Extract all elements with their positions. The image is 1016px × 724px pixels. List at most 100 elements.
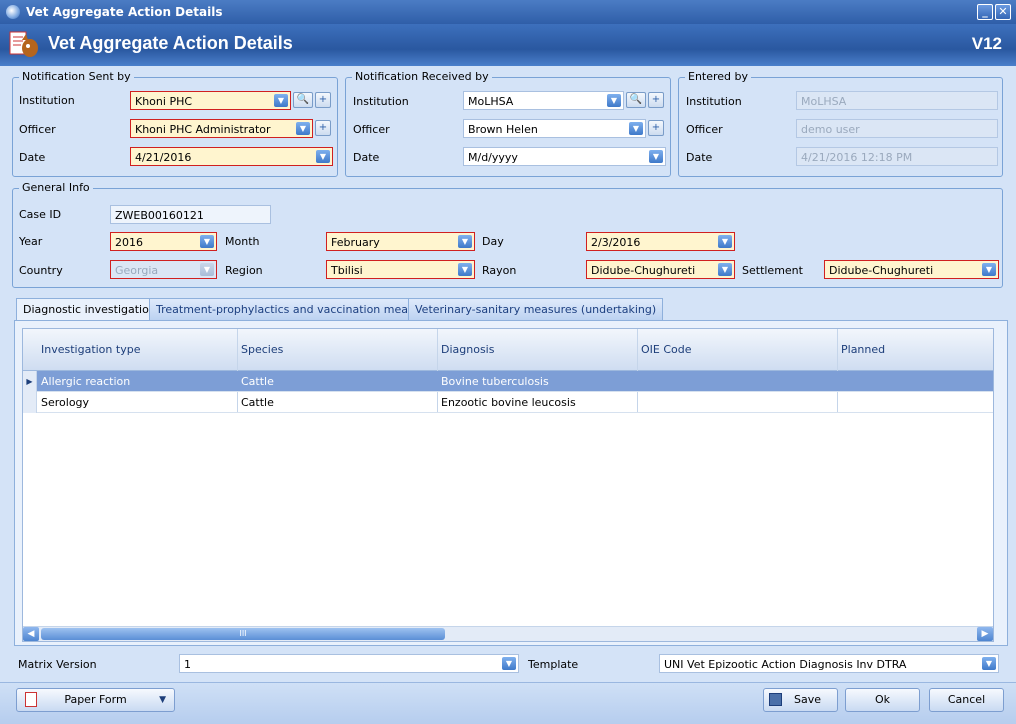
cell-species: Cattle — [241, 396, 274, 409]
country-label: Country — [19, 264, 63, 277]
template-label: Template — [528, 658, 579, 671]
vet-logo-icon — [9, 31, 38, 57]
minimize-button[interactable]: _ — [977, 4, 993, 20]
received-institution-field[interactable]: MoLHSA ▼ — [463, 91, 624, 110]
chevron-down-icon[interactable]: ▼ — [718, 263, 732, 276]
page-title: Vet Aggregate Action Details — [48, 33, 293, 53]
investigations-grid: Investigation type Species Diagnosis OIE… — [22, 328, 994, 642]
matrix-version-select[interactable]: 1 ▼ — [179, 654, 519, 673]
chevron-down-icon[interactable]: ▼ — [982, 263, 996, 276]
row-pointer-icon: ▶ — [23, 371, 37, 392]
matrix-version-value: 1 — [184, 658, 191, 671]
add-plus-icon[interactable]: + — [648, 120, 664, 136]
received-date-label: Date — [353, 151, 380, 164]
sent-institution-label: Institution — [19, 94, 75, 107]
notification-received-legend: Notification Received by — [352, 70, 492, 83]
sent-date-field[interactable]: 4/21/2016 ▼ — [130, 147, 333, 166]
cell-diagnosis: Enzootic bovine leucosis — [441, 396, 576, 409]
chevron-down-icon: ▼ — [159, 695, 166, 705]
received-officer-field[interactable]: Brown Helen ▼ — [463, 119, 646, 138]
add-plus-icon[interactable]: + — [315, 120, 331, 136]
column-species[interactable]: Species — [241, 343, 283, 356]
template-select[interactable]: UNI Vet Epizootic Action Diagnosis Inv D… — [659, 654, 999, 673]
year-label: Year — [19, 235, 43, 248]
tab-diagnostic-investigations[interactable]: Diagnostic investigations — [16, 298, 169, 321]
month-value: February — [331, 236, 380, 249]
chevron-down-icon[interactable]: ▼ — [502, 657, 516, 670]
month-label: Month — [225, 235, 260, 248]
entered-institution-field: MoLHSA — [796, 91, 998, 110]
sent-officer-label: Officer — [19, 123, 56, 136]
sent-officer-field[interactable]: Khoni PHC Administrator ▼ — [130, 119, 313, 138]
search-lookup-icon[interactable]: 🔍 — [626, 92, 646, 108]
chevron-down-icon[interactable]: ▼ — [458, 263, 472, 276]
day-value: 2/3/2016 — [591, 236, 641, 249]
window-titlebar: Vet Aggregate Action Details _ ✕ — [0, 0, 1016, 24]
window-title: Vet Aggregate Action Details — [26, 5, 223, 19]
entered-date-label: Date — [686, 151, 713, 164]
template-value: UNI Vet Epizootic Action Diagnosis Inv D… — [664, 658, 907, 671]
chevron-down-icon[interactable]: ▼ — [274, 94, 288, 107]
rayon-value: Didube-Chughureti — [591, 264, 696, 277]
month-field[interactable]: February ▼ — [326, 232, 475, 251]
settlement-value: Didube-Chughureti — [829, 264, 934, 277]
tab-veterinary-sanitary[interactable]: Veterinary-sanitary measures (undertakin… — [408, 298, 664, 320]
paper-form-button[interactable]: Paper Form ▼ — [16, 688, 175, 712]
entered-date-field: 4/21/2016 12:18 PM — [796, 147, 998, 166]
scroll-right-icon[interactable]: ▶ — [977, 627, 993, 641]
chevron-down-icon[interactable]: ▼ — [718, 235, 732, 248]
cancel-label: Cancel — [947, 693, 986, 706]
chevron-down-icon[interactable]: ▼ — [649, 150, 663, 163]
column-diagnosis[interactable]: Diagnosis — [441, 343, 494, 356]
day-field[interactable]: 2/3/2016 ▼ — [586, 232, 735, 251]
row-indicator — [23, 392, 37, 413]
ok-button[interactable]: Ok — [845, 688, 920, 712]
add-plus-icon[interactable]: + — [315, 92, 331, 108]
table-row[interactable]: ▶ Allergic reaction Cattle Bovine tuberc… — [23, 371, 993, 392]
scroll-left-icon[interactable]: ◀ — [23, 627, 39, 641]
settlement-field[interactable]: Didube-Chughureti ▼ — [824, 260, 999, 279]
floppy-disk-icon — [769, 693, 782, 706]
region-field[interactable]: Tbilisi ▼ — [326, 260, 475, 279]
chevron-down-icon[interactable]: ▼ — [296, 122, 310, 135]
chevron-down-icon[interactable]: ▼ — [982, 657, 996, 670]
chevron-down-icon: ▼ — [200, 263, 214, 276]
received-date-field[interactable]: M/d/yyyy ▼ — [463, 147, 666, 166]
chevron-down-icon[interactable]: ▼ — [316, 150, 330, 163]
horizontal-scrollbar[interactable]: ◀ III ▶ — [23, 626, 993, 641]
save-button[interactable]: Save — [763, 688, 838, 712]
report-icon — [25, 692, 37, 707]
sent-institution-field[interactable]: Khoni PHC ▼ — [130, 91, 291, 110]
column-investigation-type[interactable]: Investigation type — [41, 343, 140, 356]
add-plus-icon[interactable]: + — [648, 92, 664, 108]
chevron-down-icon[interactable]: ▼ — [200, 235, 214, 248]
received-officer-label: Officer — [353, 123, 390, 136]
table-row[interactable]: Serology Cattle Enzootic bovine leucosis — [23, 392, 993, 413]
version-label: V12 — [971, 34, 1002, 53]
column-oie-code[interactable]: OIE Code — [641, 343, 692, 356]
cell-species: Cattle — [241, 375, 274, 388]
tab-treatment-vaccination[interactable]: Treatment-prophylactics and vaccination … — [149, 298, 445, 320]
column-planned[interactable]: Planned — [841, 343, 885, 356]
tab-label: Treatment-prophylactics and vaccination … — [156, 303, 438, 316]
close-button[interactable]: ✕ — [995, 4, 1011, 20]
search-lookup-icon[interactable]: 🔍 — [293, 92, 313, 108]
day-label: Day — [482, 235, 504, 248]
entered-officer-label: Officer — [686, 123, 723, 136]
cancel-button[interactable]: Cancel — [929, 688, 1004, 712]
rayon-field[interactable]: Didube-Chughureti ▼ — [586, 260, 735, 279]
year-field[interactable]: 2016 ▼ — [110, 232, 217, 251]
received-institution-label: Institution — [353, 95, 409, 108]
notification-sent-legend: Notification Sent by — [19, 70, 134, 83]
tab-label: Veterinary-sanitary measures (undertakin… — [415, 303, 657, 316]
sent-institution-value: Khoni PHC — [135, 95, 193, 108]
paper-form-label: Paper Form — [64, 693, 127, 706]
general-info-legend: General Info — [19, 181, 93, 194]
grid-header: Investigation type Species Diagnosis OIE… — [23, 329, 993, 371]
scrollbar-thumb[interactable]: III — [41, 628, 445, 640]
case-id-field: ZWEB00160121 — [110, 205, 271, 224]
chevron-down-icon[interactable]: ▼ — [458, 235, 472, 248]
cell-diagnosis: Bovine tuberculosis — [441, 375, 549, 388]
chevron-down-icon[interactable]: ▼ — [629, 122, 643, 135]
chevron-down-icon[interactable]: ▼ — [607, 94, 621, 107]
